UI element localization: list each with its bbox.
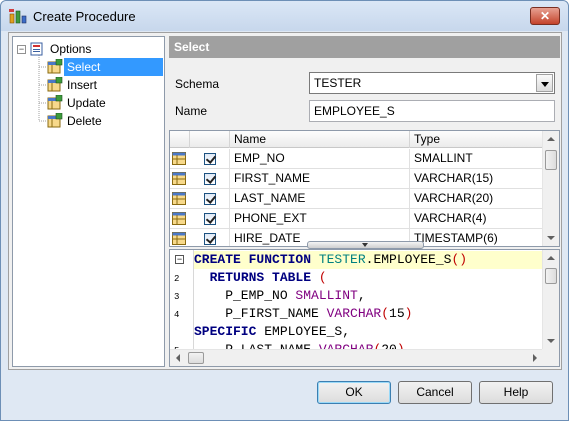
field-name-cell[interactable]: LAST_NAME — [230, 189, 410, 208]
scroll-thumb[interactable] — [188, 352, 204, 364]
schema-value: TESTER — [314, 76, 362, 90]
tree-item-update[interactable]: Update — [13, 94, 163, 112]
splitter-handle[interactable] — [307, 241, 424, 249]
procedure-app-icon — [9, 9, 27, 24]
schema-dropdown[interactable]: TESTER — [309, 72, 555, 94]
check-cell — [190, 189, 230, 208]
line-number-gutter: − 2 3 4 5 6 — [170, 250, 194, 366]
dialog-client-area: − Options Select Insert Update Delete Se… — [8, 32, 562, 370]
delete-query-icon — [47, 113, 63, 128]
field-icon — [172, 232, 186, 245]
field-name-cell[interactable]: FIRST_NAME — [230, 169, 410, 188]
tree-item-label: Delete — [67, 114, 102, 128]
field-type-cell[interactable]: VARCHAR(20) — [410, 189, 543, 208]
scroll-up-arrow-icon[interactable] — [543, 250, 559, 267]
help-button[interactable]: Help — [479, 381, 553, 404]
tree-root-options[interactable]: − Options — [13, 40, 163, 58]
name-input-value: EMPLOYEE_S — [314, 104, 395, 118]
field-icon — [172, 192, 186, 205]
field-type-cell[interactable]: VARCHAR(15) — [410, 169, 543, 188]
options-folder-icon — [30, 42, 43, 56]
fields-grid[interactable]: Name Type EMP_NO SMALLINT FIRST_NAME VAR… — [169, 130, 560, 247]
dialog-window: Create Procedure ✕ − Options Select Inse… — [0, 0, 569, 421]
grid-header: Name Type — [170, 131, 543, 148]
scroll-up-arrow-icon[interactable] — [543, 131, 559, 148]
name-input[interactable]: EMPLOYEE_S — [309, 100, 555, 122]
tree-item-insert[interactable]: Insert — [13, 76, 163, 94]
editor-vertical-scrollbar[interactable] — [542, 250, 559, 349]
table-row[interactable]: PHONE_EXT VARCHAR(4) — [170, 209, 543, 229]
tree-item-label: Update — [67, 96, 106, 110]
grid-header-name[interactable]: Name — [230, 131, 410, 148]
include-checkbox[interactable] — [204, 213, 216, 225]
tree-item-label: Insert — [67, 78, 98, 92]
close-button[interactable]: ✕ — [530, 7, 560, 25]
tree-item-label: Select — [64, 58, 163, 76]
tree-item-delete[interactable]: Delete — [13, 112, 163, 130]
line-number: 3 — [174, 292, 180, 302]
insert-query-icon — [47, 77, 63, 92]
code-line-5[interactable]: SPECIFIC EMPLOYEE_S, — [194, 323, 543, 341]
collapse-toggle-icon[interactable]: − — [17, 45, 26, 54]
sql-editor[interactable]: − 2 3 4 5 6 CREATE FUNCTION TESTER.EMPLO… — [169, 249, 560, 367]
grid-header-type[interactable]: Type — [410, 131, 543, 148]
title-bar[interactable]: Create Procedure ✕ — [1, 1, 568, 31]
update-query-icon — [47, 95, 63, 110]
scroll-down-arrow-icon[interactable] — [543, 332, 559, 349]
scroll-thumb[interactable] — [545, 150, 557, 170]
cancel-button[interactable]: Cancel — [398, 381, 472, 404]
scroll-down-arrow-icon[interactable] — [543, 229, 559, 246]
include-checkbox[interactable] — [204, 173, 216, 185]
panel-title: Select — [169, 36, 560, 58]
tree-item-select[interactable]: Select — [13, 58, 163, 76]
scroll-left-arrow-icon[interactable] — [170, 350, 186, 366]
scrollbar-corner — [542, 349, 559, 366]
code-line-2[interactable]: RETURNS TABLE ( — [194, 269, 543, 287]
table-row[interactable]: LAST_NAME VARCHAR(20) — [170, 189, 543, 209]
editor-horizontal-scrollbar[interactable] — [170, 349, 543, 366]
grid-header-icon-col — [170, 131, 190, 148]
ok-button[interactable]: OK — [317, 381, 391, 404]
include-checkbox[interactable] — [204, 153, 216, 165]
include-checkbox[interactable] — [204, 233, 216, 245]
scroll-right-arrow-icon[interactable] — [526, 350, 542, 366]
code-line-4[interactable]: P_FIRST_NAME VARCHAR(15) — [194, 305, 543, 323]
scroll-thumb[interactable] — [545, 268, 557, 284]
schema-label: Schema — [175, 77, 220, 91]
name-label: Name — [175, 104, 208, 118]
field-type-cell[interactable]: VARCHAR(4) — [410, 209, 543, 228]
window-title: Create Procedure — [33, 9, 136, 24]
tree-root-label: Options — [50, 42, 92, 56]
fold-toggle-icon[interactable]: − — [175, 255, 184, 264]
field-icon — [172, 212, 186, 225]
table-row[interactable]: FIRST_NAME VARCHAR(15) — [170, 169, 543, 189]
check-cell — [190, 209, 230, 228]
check-cell — [190, 149, 230, 168]
select-panel: Select Schema TESTER Name EMPLOYEE_S Nam… — [169, 36, 560, 367]
field-icon — [172, 152, 186, 165]
code-line-1[interactable]: CREATE FUNCTION TESTER.EMPLOYEE_S() — [194, 251, 543, 269]
code-line-3[interactable]: P_EMP_NO SMALLINT, — [194, 287, 543, 305]
dropdown-arrow-icon[interactable] — [536, 74, 553, 92]
select-query-icon — [47, 59, 63, 74]
grid-header-check-col — [190, 131, 230, 148]
line-number: 4 — [174, 310, 180, 320]
field-type-cell[interactable]: TIMESTAMP(6) — [410, 229, 543, 246]
line-number: 2 — [174, 274, 180, 284]
check-cell — [190, 169, 230, 188]
field-type-cell[interactable]: SMALLINT — [410, 149, 543, 168]
grid-vertical-scrollbar[interactable] — [542, 131, 559, 246]
options-tree[interactable]: − Options Select Insert Update Delete — [12, 36, 165, 367]
include-checkbox[interactable] — [204, 193, 216, 205]
table-row[interactable]: EMP_NO SMALLINT — [170, 149, 543, 169]
field-icon — [172, 172, 186, 185]
check-cell — [190, 229, 230, 246]
field-name-cell[interactable]: PHONE_EXT — [230, 209, 410, 228]
field-name-cell[interactable]: EMP_NO — [230, 149, 410, 168]
